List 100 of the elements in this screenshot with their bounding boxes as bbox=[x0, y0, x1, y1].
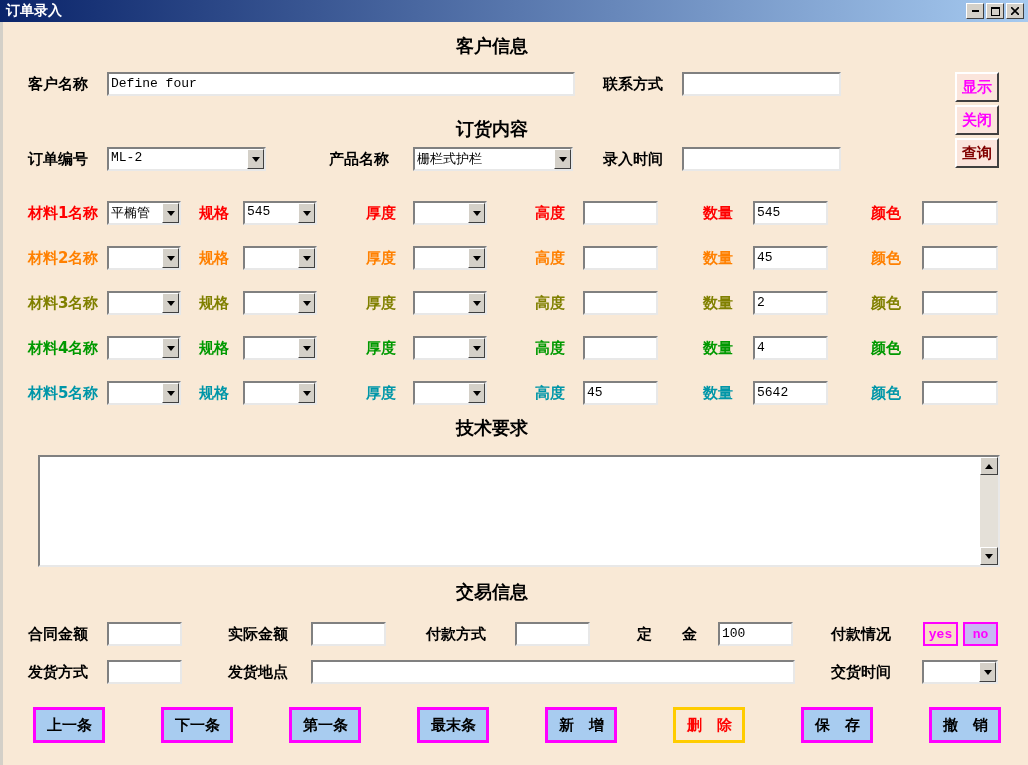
down-arrow-icon bbox=[472, 255, 481, 261]
input-field[interactable] bbox=[107, 622, 182, 646]
dropdown-button[interactable] bbox=[979, 662, 996, 682]
field-label: 客户名称 bbox=[28, 74, 89, 94]
dropdown-button[interactable] bbox=[298, 248, 315, 268]
nav-button[interactable]: 第一条 bbox=[289, 707, 361, 743]
dropdown[interactable]: 545 bbox=[243, 201, 317, 225]
input-field[interactable] bbox=[922, 246, 998, 270]
dropdown[interactable] bbox=[107, 381, 181, 405]
material-label: 高度 bbox=[535, 384, 565, 402]
close-button[interactable] bbox=[1006, 3, 1024, 19]
input-field[interactable]: 2 bbox=[753, 291, 828, 315]
material-label: 材料1名称 bbox=[28, 204, 99, 222]
input-field[interactable] bbox=[682, 72, 841, 96]
nav-button[interactable]: 最末条 bbox=[417, 707, 489, 743]
text-area[interactable] bbox=[38, 455, 1000, 567]
dropdown[interactable] bbox=[413, 291, 487, 315]
dropdown-button[interactable] bbox=[298, 293, 315, 313]
input-field[interactable] bbox=[311, 660, 795, 684]
side-button[interactable]: 查询 bbox=[955, 138, 999, 168]
dropdown[interactable] bbox=[413, 336, 487, 360]
dropdown[interactable] bbox=[413, 246, 487, 270]
dropdown-button[interactable] bbox=[468, 293, 485, 313]
section-heading: 订货内容 bbox=[454, 118, 529, 140]
material-label: 材料4名称 bbox=[28, 339, 99, 357]
input-field[interactable]: 45 bbox=[753, 246, 828, 270]
down-arrow-icon bbox=[166, 390, 175, 396]
down-arrow-icon bbox=[558, 156, 567, 162]
dropdown-button[interactable] bbox=[468, 248, 485, 268]
input-field[interactable] bbox=[922, 291, 998, 315]
dropdown-button[interactable] bbox=[162, 293, 179, 313]
input-field[interactable] bbox=[583, 336, 658, 360]
input-field[interactable] bbox=[583, 201, 658, 225]
input-field[interactable]: Define four bbox=[107, 72, 575, 96]
dropdown-button[interactable] bbox=[468, 338, 485, 358]
dropdown-button[interactable] bbox=[554, 149, 571, 169]
input-field[interactable]: 45 bbox=[583, 381, 658, 405]
dropdown[interactable] bbox=[413, 201, 487, 225]
material-label: 颜色 bbox=[871, 294, 901, 312]
dropdown[interactable]: ML-2 bbox=[107, 147, 266, 171]
input-field[interactable] bbox=[583, 291, 658, 315]
down-arrow-icon bbox=[302, 390, 311, 396]
dropdown-button[interactable] bbox=[162, 383, 179, 403]
dropdown-button[interactable] bbox=[162, 203, 179, 223]
input-field[interactable]: 100 bbox=[718, 622, 793, 646]
section-heading: 交易信息 bbox=[454, 581, 529, 603]
scroll-up-button[interactable] bbox=[980, 457, 998, 475]
maximize-button[interactable] bbox=[986, 3, 1004, 19]
nav-button[interactable]: 撤 销 bbox=[929, 707, 1001, 743]
input-field[interactable] bbox=[682, 147, 841, 171]
material-label: 厚度 bbox=[366, 204, 396, 222]
dropdown[interactable] bbox=[243, 291, 317, 315]
input-field[interactable] bbox=[922, 336, 998, 360]
dropdown[interactable] bbox=[243, 246, 317, 270]
scroll-down-button[interactable] bbox=[980, 547, 998, 565]
input-field[interactable] bbox=[922, 201, 998, 225]
dropdown-button[interactable] bbox=[298, 203, 315, 223]
down-arrow-icon bbox=[302, 255, 311, 261]
nav-button[interactable]: 保 存 bbox=[801, 707, 873, 743]
field-label: 发货地点 bbox=[228, 663, 288, 681]
maximize-icon bbox=[990, 6, 1000, 16]
input-field[interactable]: 5642 bbox=[753, 381, 828, 405]
down-arrow-icon bbox=[302, 345, 311, 351]
down-arrow-icon bbox=[472, 345, 481, 351]
input-field[interactable] bbox=[311, 622, 386, 646]
material-label: 颜色 bbox=[871, 339, 901, 357]
down-arrow-icon bbox=[251, 156, 260, 162]
dropdown[interactable] bbox=[107, 246, 181, 270]
dropdown-button[interactable] bbox=[298, 383, 315, 403]
dropdown-button[interactable] bbox=[162, 248, 179, 268]
input-field[interactable] bbox=[583, 246, 658, 270]
scrollbar[interactable] bbox=[980, 457, 998, 565]
nav-button[interactable]: 新 增 bbox=[545, 707, 617, 743]
dropdown-button[interactable] bbox=[468, 383, 485, 403]
dropdown[interactable] bbox=[243, 381, 317, 405]
input-field[interactable]: 545 bbox=[753, 201, 828, 225]
dropdown-button[interactable] bbox=[162, 338, 179, 358]
input-field[interactable] bbox=[515, 622, 590, 646]
minimize-button[interactable] bbox=[966, 3, 984, 19]
dropdown[interactable] bbox=[413, 381, 487, 405]
input-field[interactable] bbox=[107, 660, 182, 684]
dropdown[interactable] bbox=[107, 336, 181, 360]
nav-button[interactable]: 下一条 bbox=[161, 707, 233, 743]
nav-button[interactable]: 上一条 bbox=[33, 707, 105, 743]
down-arrow-icon bbox=[302, 210, 311, 216]
input-field[interactable] bbox=[922, 381, 998, 405]
dropdown-button[interactable] bbox=[298, 338, 315, 358]
material-label: 高度 bbox=[535, 294, 565, 312]
material-label: 厚度 bbox=[366, 249, 396, 267]
field-label: 付款情况 bbox=[831, 625, 891, 643]
material-label: 数量 bbox=[703, 384, 733, 402]
input-field[interactable]: 4 bbox=[753, 336, 828, 360]
dropdown[interactable]: 平椭管 bbox=[107, 201, 181, 225]
dropdown[interactable] bbox=[243, 336, 317, 360]
dropdown-button[interactable] bbox=[247, 149, 264, 169]
material-label: 规格 bbox=[199, 294, 229, 312]
dropdown[interactable]: 栅栏式护栏 bbox=[413, 147, 573, 171]
dropdown[interactable] bbox=[922, 660, 998, 684]
dropdown-button[interactable] bbox=[468, 203, 485, 223]
dropdown[interactable] bbox=[107, 291, 181, 315]
